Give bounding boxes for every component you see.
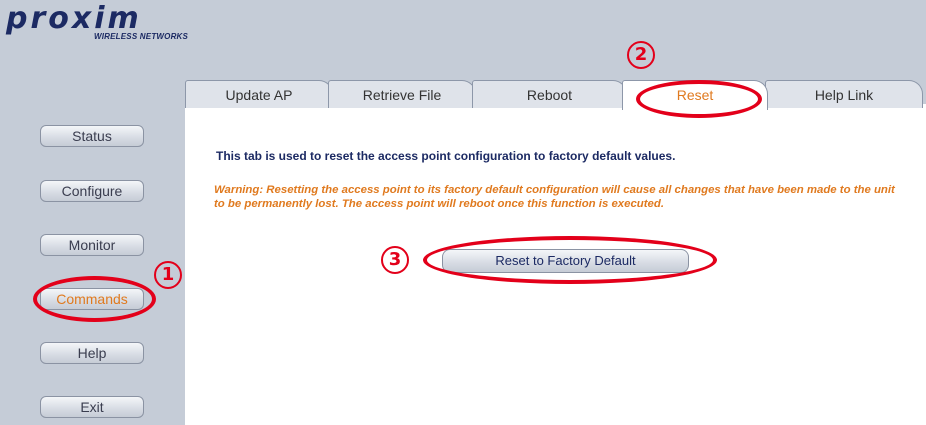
step-2-marker: 2 xyxy=(627,41,655,69)
logo-tagline: WIRELESS NETWORKS xyxy=(94,32,189,41)
reset-description: This tab is used to reset the access poi… xyxy=(216,149,676,163)
highlight-ring-reset-tab xyxy=(636,80,762,118)
nav-help-button[interactable]: Help xyxy=(40,342,144,364)
tab-help-link[interactable]: Help Link xyxy=(765,80,923,108)
nav-monitor-button[interactable]: Monitor xyxy=(40,234,144,256)
highlight-ring-commands xyxy=(33,276,156,322)
logo-wordmark: proxim xyxy=(6,1,142,36)
highlight-ring-reset-button xyxy=(423,236,717,284)
step-1-marker: 1 xyxy=(154,261,182,289)
tab-update-ap[interactable]: Update AP xyxy=(185,80,333,108)
nav-exit-button[interactable]: Exit xyxy=(40,396,144,418)
tab-reboot[interactable]: Reboot xyxy=(472,80,627,108)
step-3-marker: 3 xyxy=(381,246,409,274)
proxim-logo: proxim WIRELESS NETWORKS xyxy=(2,2,192,50)
tab-retrieve-file[interactable]: Retrieve File xyxy=(328,80,476,108)
app-window: proxim WIRELESS NETWORKS Update AP Retri… xyxy=(0,0,926,425)
reset-warning: Warning: Resetting the access point to i… xyxy=(214,184,895,210)
nav-configure-button[interactable]: Configure xyxy=(40,180,144,202)
nav-status-button[interactable]: Status xyxy=(40,125,144,147)
